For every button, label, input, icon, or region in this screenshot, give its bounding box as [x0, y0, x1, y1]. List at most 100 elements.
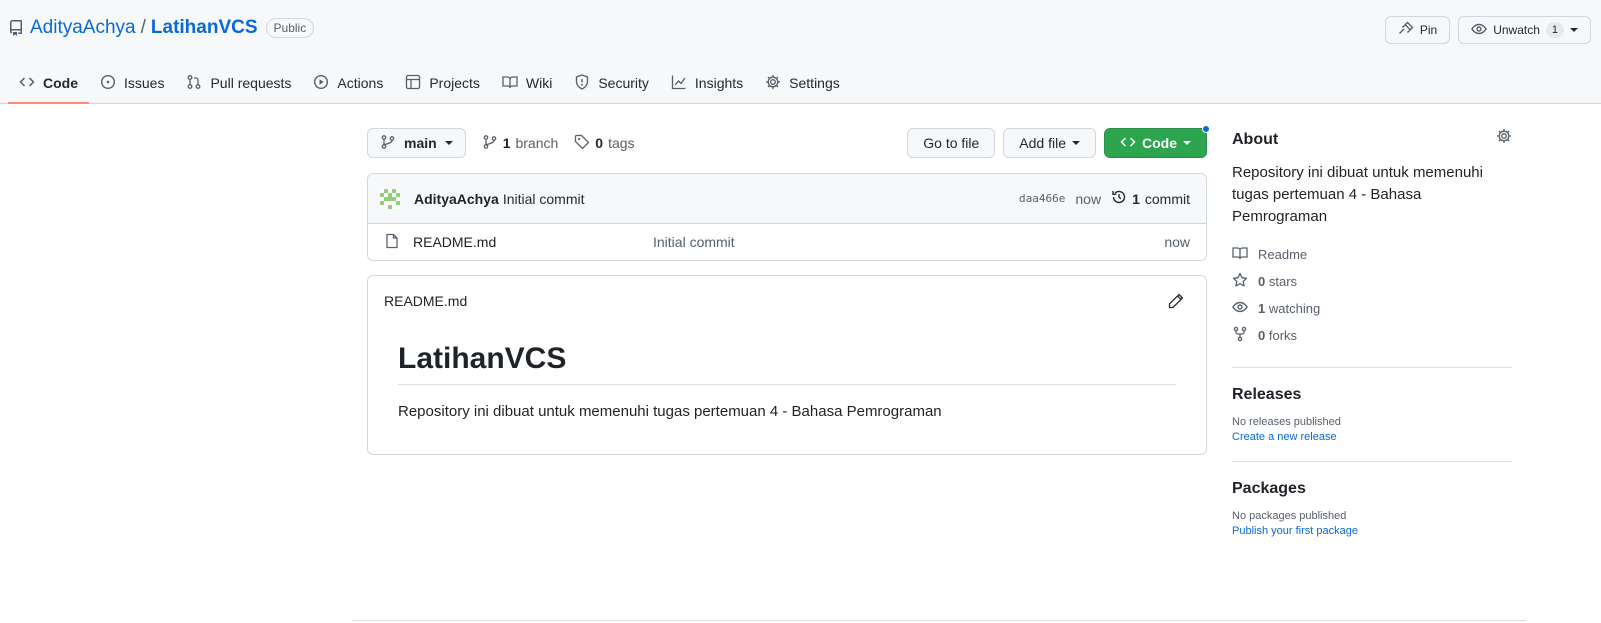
tag-icon — [574, 134, 590, 153]
repo-name-link[interactable]: LatihanVCS — [151, 17, 258, 39]
code-icon — [19, 74, 35, 93]
commit-sha[interactable]: daa466e — [1019, 192, 1065, 205]
book-icon — [502, 74, 518, 93]
readme-filename[interactable]: README.md — [384, 293, 467, 309]
tab-label: Actions — [337, 75, 384, 91]
watch-counter: 1 — [1545, 22, 1564, 38]
commit-meta: daa466e now 1 commit — [1019, 189, 1190, 208]
readme-header: README.md — [368, 276, 1206, 326]
tag-label: tags — [608, 135, 635, 151]
branch-icon — [482, 134, 498, 153]
tab-label: Code — [43, 75, 78, 91]
watching-count: 1 — [1258, 301, 1266, 316]
file-icon — [384, 233, 400, 252]
chevron-down-icon — [1570, 28, 1578, 32]
chevron-down-icon — [1072, 141, 1080, 145]
code-icon — [1120, 134, 1136, 153]
footer-divider — [352, 620, 1526, 621]
branch-select-button[interactable]: main — [367, 128, 466, 158]
gear-icon — [765, 74, 781, 93]
go-to-file-button[interactable]: Go to file — [907, 128, 996, 158]
file-commit-message[interactable]: Initial commit — [653, 234, 735, 250]
add-file-label: Add file — [1019, 135, 1066, 151]
tab-actions[interactable]: Actions — [302, 64, 394, 102]
commit-count-label: commit — [1144, 190, 1190, 207]
star-icon — [1232, 272, 1248, 291]
play-icon — [313, 74, 329, 93]
tab-label: Issues — [124, 75, 165, 91]
code-button[interactable]: Code — [1104, 125, 1210, 158]
publish-package-link[interactable]: Publish your first package — [1232, 525, 1512, 537]
pull-request-icon — [186, 74, 202, 93]
pin-button[interactable]: Pin — [1384, 16, 1451, 44]
pencil-icon[interactable] — [1168, 293, 1184, 312]
divider — [1232, 367, 1512, 368]
tab-wiki[interactable]: Wiki — [491, 64, 563, 102]
table-icon — [405, 74, 421, 93]
add-file-button[interactable]: Add file — [1003, 128, 1096, 158]
releases-empty-text: No releases published — [1232, 416, 1341, 428]
eye-icon — [1471, 21, 1487, 40]
branch-label: branch — [515, 135, 559, 151]
stars-label: stars — [1268, 274, 1298, 289]
about-description: Repository ini dibuat untuk memenuhi tug… — [1232, 164, 1483, 225]
main-content: main 1 branch 0 tags Go to file Add file… — [367, 125, 1210, 455]
divider — [1232, 461, 1512, 462]
fork-icon — [1232, 326, 1248, 345]
branch-count: 1 — [502, 135, 511, 151]
tab-insights[interactable]: Insights — [660, 64, 754, 102]
commits-history-link[interactable]: 1 commit — [1111, 189, 1190, 208]
notification-dot — [1202, 125, 1210, 133]
commit-author[interactable]: AdityaAchya — [414, 191, 499, 207]
tab-issues[interactable]: Issues — [89, 64, 175, 102]
file-name-link[interactable]: README.md — [413, 234, 653, 250]
readme-panel: README.md LatihanVCS Repository ini dibu… — [367, 275, 1207, 455]
releases-title[interactable]: Releases — [1232, 386, 1512, 404]
watching-label: watching — [1268, 301, 1321, 316]
unwatch-label: Unwatch — [1493, 23, 1540, 37]
book-icon — [1232, 245, 1248, 264]
packages-title[interactable]: Packages — [1232, 480, 1512, 498]
tags-link[interactable]: 0 tags — [574, 134, 635, 153]
tab-settings[interactable]: Settings — [754, 64, 851, 102]
stars-count: 0 — [1258, 274, 1266, 289]
stars-link[interactable]: 0 stars — [1232, 268, 1512, 295]
tab-label: Wiki — [525, 75, 553, 91]
tab-label: Pull requests — [210, 75, 292, 91]
unwatch-button[interactable]: Unwatch 1 — [1458, 16, 1591, 44]
file-actions: Go to file Add file Code — [907, 125, 1210, 158]
tab-projects[interactable]: Projects — [394, 64, 491, 102]
gear-icon[interactable] — [1496, 128, 1512, 147]
repo-icon — [8, 20, 24, 36]
code-label: Code — [1142, 135, 1177, 151]
about-list: Readme 0 stars 1 watching 0 forks — [1232, 241, 1512, 349]
tab-security[interactable]: Security — [563, 64, 660, 102]
avatar[interactable] — [380, 188, 400, 209]
path-separator: / — [140, 17, 146, 38]
commit-time: now — [1075, 190, 1102, 207]
commit-message[interactable]: Initial commit — [503, 191, 585, 207]
chevron-down-icon — [1183, 141, 1191, 145]
create-release-link[interactable]: Create a new release — [1232, 431, 1512, 443]
repo-title: AdityaAchya / LatihanVCS Public — [8, 16, 315, 40]
tab-label: Security — [598, 75, 649, 91]
forks-link[interactable]: 0 forks — [1232, 322, 1512, 349]
tab-code[interactable]: Code — [8, 64, 89, 104]
branches-link[interactable]: 1 branch — [482, 134, 559, 153]
tab-pull-requests[interactable]: Pull requests — [175, 64, 302, 102]
watchers-link[interactable]: 1 watching — [1232, 295, 1512, 322]
forks-count: 0 — [1258, 328, 1266, 343]
file-commit-time: now — [1164, 234, 1190, 250]
latest-commit: AdityaAchya Initial commit daa466e now 1… — [368, 174, 1206, 224]
tab-label: Projects — [429, 75, 480, 91]
forks-label: forks — [1268, 328, 1298, 343]
commit-count: 1 — [1132, 190, 1140, 207]
branch-name: main — [404, 135, 437, 151]
history-icon — [1111, 189, 1127, 208]
readme-body: LatihanVCS Repository ini dibuat untuk m… — [368, 326, 1206, 420]
chevron-down-icon — [444, 141, 453, 145]
owner-link[interactable]: AdityaAchya — [30, 17, 136, 39]
readme-link[interactable]: Readme — [1232, 241, 1512, 268]
file-browser: AdityaAchya Initial commit daa466e now 1… — [367, 173, 1207, 261]
readme-paragraph: Repository ini dibuat untuk memenuhi tug… — [398, 403, 942, 420]
